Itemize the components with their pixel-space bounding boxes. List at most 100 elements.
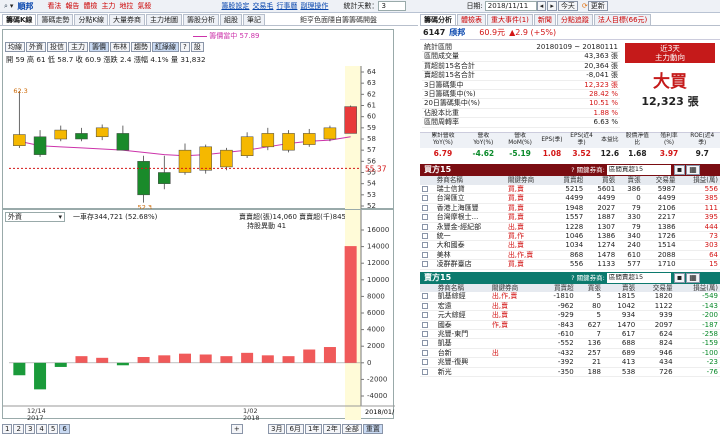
top-link-4[interactable]: 地拉 xyxy=(119,2,133,10)
candle[interactable] xyxy=(282,133,295,151)
row-checkbox[interactable] xyxy=(420,241,435,250)
candle[interactable] xyxy=(33,136,47,155)
sell-filter-select[interactable]: 區間賣超15 xyxy=(606,272,671,283)
broker-row[interactable]: 兆豐-復興 -392 21 413 434 -23 xyxy=(420,358,720,368)
checkbox[interactable] xyxy=(422,302,428,309)
range-button-4[interactable]: 全部 xyxy=(341,424,362,434)
range-button-1[interactable]: 6月 xyxy=(286,424,304,434)
top-right-link-2[interactable]: 行事曆 xyxy=(276,2,297,10)
buy-grid-button[interactable]: ▦ xyxy=(686,165,700,176)
top-link-1[interactable]: 報告 xyxy=(65,2,79,10)
chart-tab-6[interactable]: 組股 xyxy=(220,13,243,25)
vol-bar[interactable] xyxy=(282,356,295,363)
row-checkbox[interactable] xyxy=(420,358,436,367)
vol-bar[interactable] xyxy=(344,246,357,363)
broker-row[interactable]: 凱基綜經 出,作,賣 -1810 5 1815 1820 -549 xyxy=(420,292,720,302)
chart-tab-4[interactable]: 主力地圖 xyxy=(146,13,183,25)
broker-row[interactable]: 瑞士信貸 買,賣 5215 5601 386 5987 556 xyxy=(420,185,720,194)
top-link-5[interactable]: 氣殺 xyxy=(137,2,151,10)
vol-bar[interactable] xyxy=(323,347,336,363)
today-button[interactable]: 今天 xyxy=(557,1,578,11)
row-checkbox[interactable] xyxy=(420,292,436,301)
candle[interactable] xyxy=(75,133,88,140)
broker-row[interactable]: 台灣摩根士... 買,賣 1557 1887 330 2217 395 xyxy=(420,213,720,223)
vol-bar[interactable] xyxy=(158,355,171,363)
candle[interactable] xyxy=(95,127,109,138)
broker-row[interactable]: 新光 -350 188 538 726 -76 xyxy=(420,367,720,377)
checkbox[interactable] xyxy=(422,293,428,300)
broker-row[interactable]: 兆豐-東門 -610 7 617 624 -258 xyxy=(420,330,720,339)
checkbox[interactable] xyxy=(422,331,428,338)
checkbox[interactable] xyxy=(422,251,428,258)
page-button-1[interactable]: 1 xyxy=(2,424,13,434)
candle[interactable] xyxy=(240,136,254,157)
checkbox[interactable] xyxy=(422,214,428,221)
analysis-tab-3[interactable]: 新聞 xyxy=(533,13,556,25)
broker-row[interactable]: 宏遠 出,賣 -962 80 1042 1122 -143 xyxy=(420,301,720,311)
page-button-4[interactable]: 4 xyxy=(36,424,47,434)
vol-bar[interactable] xyxy=(13,362,26,376)
vol-bar[interactable] xyxy=(116,362,129,366)
checkbox[interactable] xyxy=(422,195,428,202)
candle[interactable] xyxy=(178,149,192,173)
top-right-link-0[interactable]: 籌股設定 xyxy=(221,2,249,10)
checkbox[interactable] xyxy=(422,223,428,230)
page-button-3[interactable]: 3 xyxy=(24,424,36,434)
vol-bar[interactable] xyxy=(54,362,67,367)
buy-list-button[interactable]: ▪ xyxy=(673,165,686,176)
analysis-tab-0[interactable]: 籌碼分析 xyxy=(420,13,456,25)
analysis-tab-2[interactable]: 重大事件(1) xyxy=(487,13,533,25)
row-checkbox[interactable] xyxy=(420,250,435,259)
broker-row[interactable]: 國泰 作,賣 -843 627 1470 2097 -187 xyxy=(420,320,720,330)
row-checkbox[interactable] xyxy=(420,320,436,329)
candle[interactable] xyxy=(323,127,337,140)
zoom-in-icon[interactable]: + xyxy=(230,424,243,434)
vol-bar[interactable] xyxy=(34,362,47,390)
vol-bar[interactable] xyxy=(96,357,109,363)
sub-chart[interactable]: 16000 14000 12000 10000 8000 6000 4000 2000 0 -20… xyxy=(3,210,395,420)
vol-bar[interactable] xyxy=(261,355,274,363)
date-input[interactable]: 2018/11/11 xyxy=(484,1,537,11)
analysis-tab-4[interactable]: 分點追蹤 xyxy=(556,13,593,25)
chart-tab-1[interactable]: 籌碼走勢 xyxy=(37,13,74,25)
row-checkbox[interactable] xyxy=(420,231,435,240)
row-checkbox[interactable] xyxy=(420,203,435,212)
top-link-3[interactable]: 主力 xyxy=(101,2,115,10)
vol-bar[interactable] xyxy=(199,354,212,363)
vol-bar[interactable] xyxy=(303,349,316,363)
candle[interactable] xyxy=(116,133,130,151)
checkbox[interactable] xyxy=(422,312,428,319)
row-checkbox[interactable] xyxy=(420,260,435,269)
broker-row[interactable]: 台新 出 -432 257 689 946 -100 xyxy=(420,348,720,358)
checkbox[interactable] xyxy=(422,321,428,328)
candle[interactable] xyxy=(220,149,233,168)
row-checkbox[interactable] xyxy=(420,301,436,310)
vol-bar[interactable] xyxy=(220,356,233,363)
sell-list-button[interactable]: ▪ xyxy=(673,272,686,283)
candle[interactable] xyxy=(302,133,316,145)
candle[interactable] xyxy=(54,129,68,140)
row-checkbox[interactable] xyxy=(420,348,436,357)
analysis-tab-5[interactable]: 法人目標(66元) xyxy=(593,13,652,25)
candle[interactable] xyxy=(137,161,150,196)
checkbox[interactable] xyxy=(422,368,428,375)
vol-bar[interactable] xyxy=(137,356,150,363)
range-button-2[interactable]: 1年 xyxy=(304,424,323,434)
broker-row[interactable]: 美林 出,作,賣 868 1478 610 2088 64 xyxy=(420,250,720,260)
candle[interactable] xyxy=(261,133,275,148)
broker-row[interactable]: 凱基 -552 136 688 824 -159 xyxy=(420,339,720,349)
top-link-2[interactable]: 體檢 xyxy=(83,2,97,10)
broker-row[interactable]: 永豐金-經紀部 出,賣 1228 1307 79 1386 444 xyxy=(420,222,720,232)
chart-tab-3[interactable]: 大量券商 xyxy=(109,13,146,25)
date-next-button[interactable]: ▸ xyxy=(547,1,557,11)
analysis-tab-1[interactable]: 體檢表 xyxy=(457,13,486,25)
top-link-0[interactable]: 看法 xyxy=(47,2,61,10)
candle[interactable] xyxy=(199,146,212,171)
chart-tab-2[interactable]: 分點K線 xyxy=(74,13,109,25)
checkbox[interactable] xyxy=(422,242,428,249)
row-checkbox[interactable] xyxy=(420,311,436,320)
sell-grid-button[interactable]: ▦ xyxy=(686,272,700,283)
row-checkbox[interactable] xyxy=(420,194,435,203)
vol-bar[interactable] xyxy=(179,353,191,363)
vol-bar[interactable] xyxy=(75,356,88,363)
